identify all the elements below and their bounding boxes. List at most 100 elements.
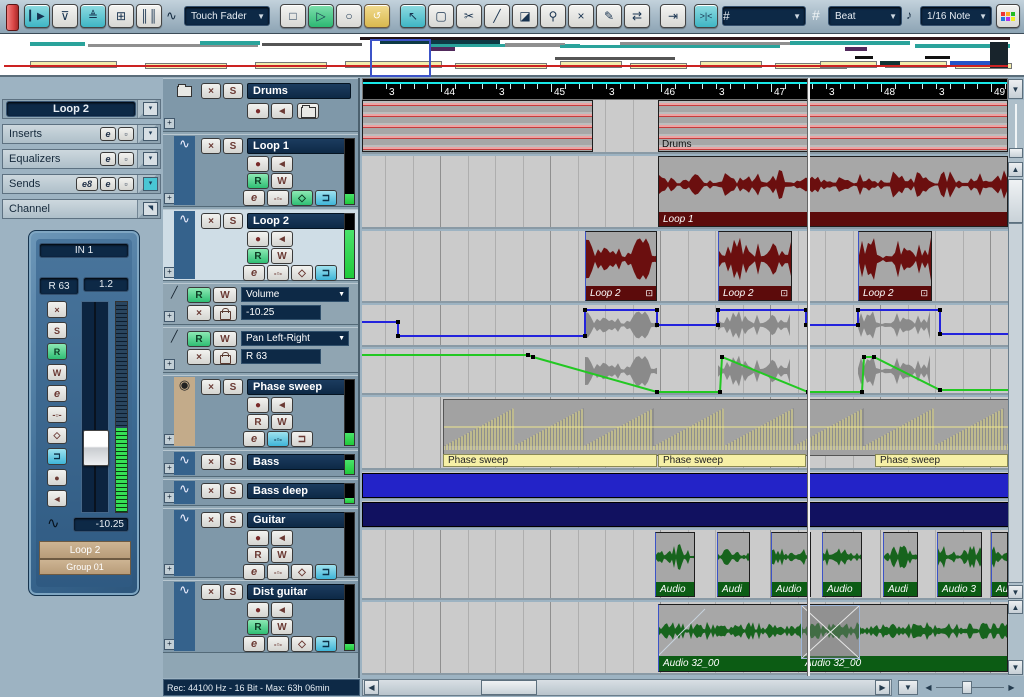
eq-bypass-button[interactable]: ◇	[291, 564, 313, 580]
mute-button[interactable]: ×	[201, 454, 221, 470]
event-dist-guitar[interactable]: Audio 32_00Audio 32_00	[658, 604, 1008, 672]
show-overview-button[interactable]: ⊽	[52, 4, 78, 28]
playhead-cursor[interactable]	[807, 78, 810, 676]
color-palette-button[interactable]	[996, 4, 1020, 28]
edit-button[interactable]: e	[243, 564, 265, 580]
track-title-row[interactable]: Loop 2 ▾	[2, 99, 161, 119]
event-guitar[interactable]: Audio	[655, 532, 695, 597]
record-enable-button[interactable]: R	[247, 248, 269, 264]
eq-bypass-button[interactable]: ◇	[291, 265, 313, 281]
track-row-volume[interactable]: +╱RWVolume▼×-10.25	[163, 283, 358, 325]
midi-part-phase-sweep[interactable]	[443, 399, 1008, 456]
monitor-button[interactable]: ◄	[47, 490, 67, 507]
sends-bypass-button[interactable]: ⊐	[291, 431, 313, 447]
edit-icon[interactable]: e	[100, 152, 116, 166]
mute-button[interactable]: ×	[201, 213, 221, 229]
record-enable-button[interactable]: R	[247, 173, 269, 189]
event-loop2[interactable]: Loop 2⊡	[858, 231, 932, 301]
automation-handle[interactable]	[938, 388, 942, 392]
solo-button[interactable]: S	[223, 138, 243, 154]
mute-button[interactable]: ×	[201, 83, 221, 99]
zoom-preset-button[interactable]: ▼	[898, 680, 918, 695]
write-button[interactable]: W	[213, 331, 237, 347]
section-tab-channel[interactable]: ◥	[137, 200, 160, 218]
bypass-icon[interactable]: ▫	[118, 177, 134, 191]
track-name[interactable]: Phase sweep	[247, 379, 347, 395]
automation-mode-select[interactable]: Touch Fader ▼	[184, 6, 270, 26]
expand-button[interactable]: +	[164, 311, 175, 322]
solo-button[interactable]: S	[223, 213, 243, 229]
event-guitar[interactable]: Audio	[771, 532, 811, 597]
sends-bypass-button[interactable]: ⊐	[315, 265, 337, 281]
solo-button[interactable]: S	[223, 512, 243, 528]
read-button[interactable]: R	[187, 287, 211, 303]
grid-mode-select[interactable]: Beat ▼	[828, 6, 902, 26]
lane-bassdeep[interactable]	[362, 501, 1008, 528]
open-mixer-button[interactable]: ║║	[136, 4, 162, 28]
zoom-out-h-button[interactable]: ◀	[922, 680, 935, 695]
mute-tool-button[interactable]: ×	[568, 4, 594, 28]
sends-bypass-button[interactable]: ⊐	[315, 564, 337, 580]
lock-button[interactable]	[213, 349, 237, 365]
mute-button[interactable]: ×	[201, 512, 221, 528]
grid-type-select[interactable]: # ▼	[722, 6, 806, 26]
draw-tool-button[interactable]: ✎	[596, 4, 622, 28]
expand-button[interactable]: +	[164, 118, 175, 129]
automation-handle[interactable]	[655, 308, 659, 312]
event-loop1[interactable]: Loop 1	[658, 156, 1008, 227]
ruler-options-button[interactable]: ▼	[1008, 79, 1023, 99]
event-bass[interactable]	[362, 473, 1008, 498]
lane-drums[interactable]: Drums	[362, 100, 1008, 154]
inserts-bypass-button[interactable]: -▫-	[267, 265, 289, 281]
zoom-slider-thumb[interactable]	[962, 681, 972, 694]
automation-parameter-select[interactable]: Pan Left-Right▼	[241, 331, 349, 346]
record-button[interactable]: ●	[247, 156, 269, 172]
mute-button[interactable]: ×	[187, 305, 211, 321]
automation-parameter-select[interactable]: Volume▼	[241, 287, 349, 302]
track-row-loop1[interactable]: +∿×SLoop 1●◄RWe-▫-◇⊐	[163, 134, 358, 207]
track-row-dist[interactable]: +∿×SDist guitar●◄RWe-▫-◇⊐	[163, 580, 358, 653]
timewarp-tool-button[interactable]: ⇄	[624, 4, 650, 28]
lane-pan[interactable]	[362, 349, 1008, 395]
automation-handle[interactable]	[718, 390, 722, 394]
event-guitar[interactable]: Audi	[883, 532, 918, 597]
channel-fader-handle[interactable]	[83, 430, 109, 466]
automation-handle[interactable]	[583, 334, 587, 338]
automation-handle[interactable]	[716, 323, 720, 327]
circle-mode-button[interactable]: ○	[336, 4, 362, 28]
automation-handle[interactable]	[938, 332, 942, 336]
automation-value[interactable]: -10.25	[241, 305, 321, 320]
event-drums[interactable]: Drums	[658, 100, 1008, 152]
mute-button[interactable]: ×	[201, 138, 221, 154]
inserts-bypass-button[interactable]: -▫-	[267, 564, 289, 580]
record-enable-button[interactable]: R	[247, 414, 269, 430]
lane-loop1[interactable]: Loop 1	[362, 156, 1008, 229]
lane-bass[interactable]	[362, 472, 1008, 499]
event-loop2[interactable]: Loop 2⊡	[585, 231, 657, 301]
insert-marker-button[interactable]: ⇥	[660, 4, 686, 28]
solo-button[interactable]: S	[223, 584, 243, 600]
track-name[interactable]: Bass deep	[247, 483, 347, 499]
monitor-button[interactable]: ◄	[271, 397, 293, 413]
solo-button[interactable]: S	[47, 322, 67, 339]
record-button[interactable]: ●	[247, 602, 269, 618]
monitor-button[interactable]: ◄	[271, 231, 293, 247]
channel-name[interactable]: Loop 2	[39, 541, 131, 559]
automation-handle[interactable]	[860, 390, 864, 394]
event-loop2[interactable]: Loop 2⊡	[718, 231, 792, 301]
close-handle[interactable]	[6, 4, 19, 31]
edit-button[interactable]: e	[243, 265, 265, 281]
automation-handle[interactable]	[856, 308, 860, 312]
lock-button[interactable]	[213, 305, 237, 321]
event-bass-deep[interactable]	[362, 502, 1008, 527]
monitor-button[interactable]: ◄	[271, 530, 293, 546]
track-name[interactable]: Guitar	[247, 512, 347, 528]
inspector-section-inserts[interactable]: Insertse▫▾	[2, 124, 161, 144]
edit-icon[interactable]: e	[100, 177, 116, 191]
mute-button[interactable]: ×	[201, 483, 221, 499]
scroll-up-button[interactable]: ▲	[1008, 162, 1023, 177]
lasso-mode-button[interactable]: ↺	[364, 4, 390, 28]
automation-handle[interactable]	[872, 355, 876, 359]
solo-button[interactable]: S	[223, 483, 243, 499]
write-button[interactable]: W	[271, 547, 293, 563]
